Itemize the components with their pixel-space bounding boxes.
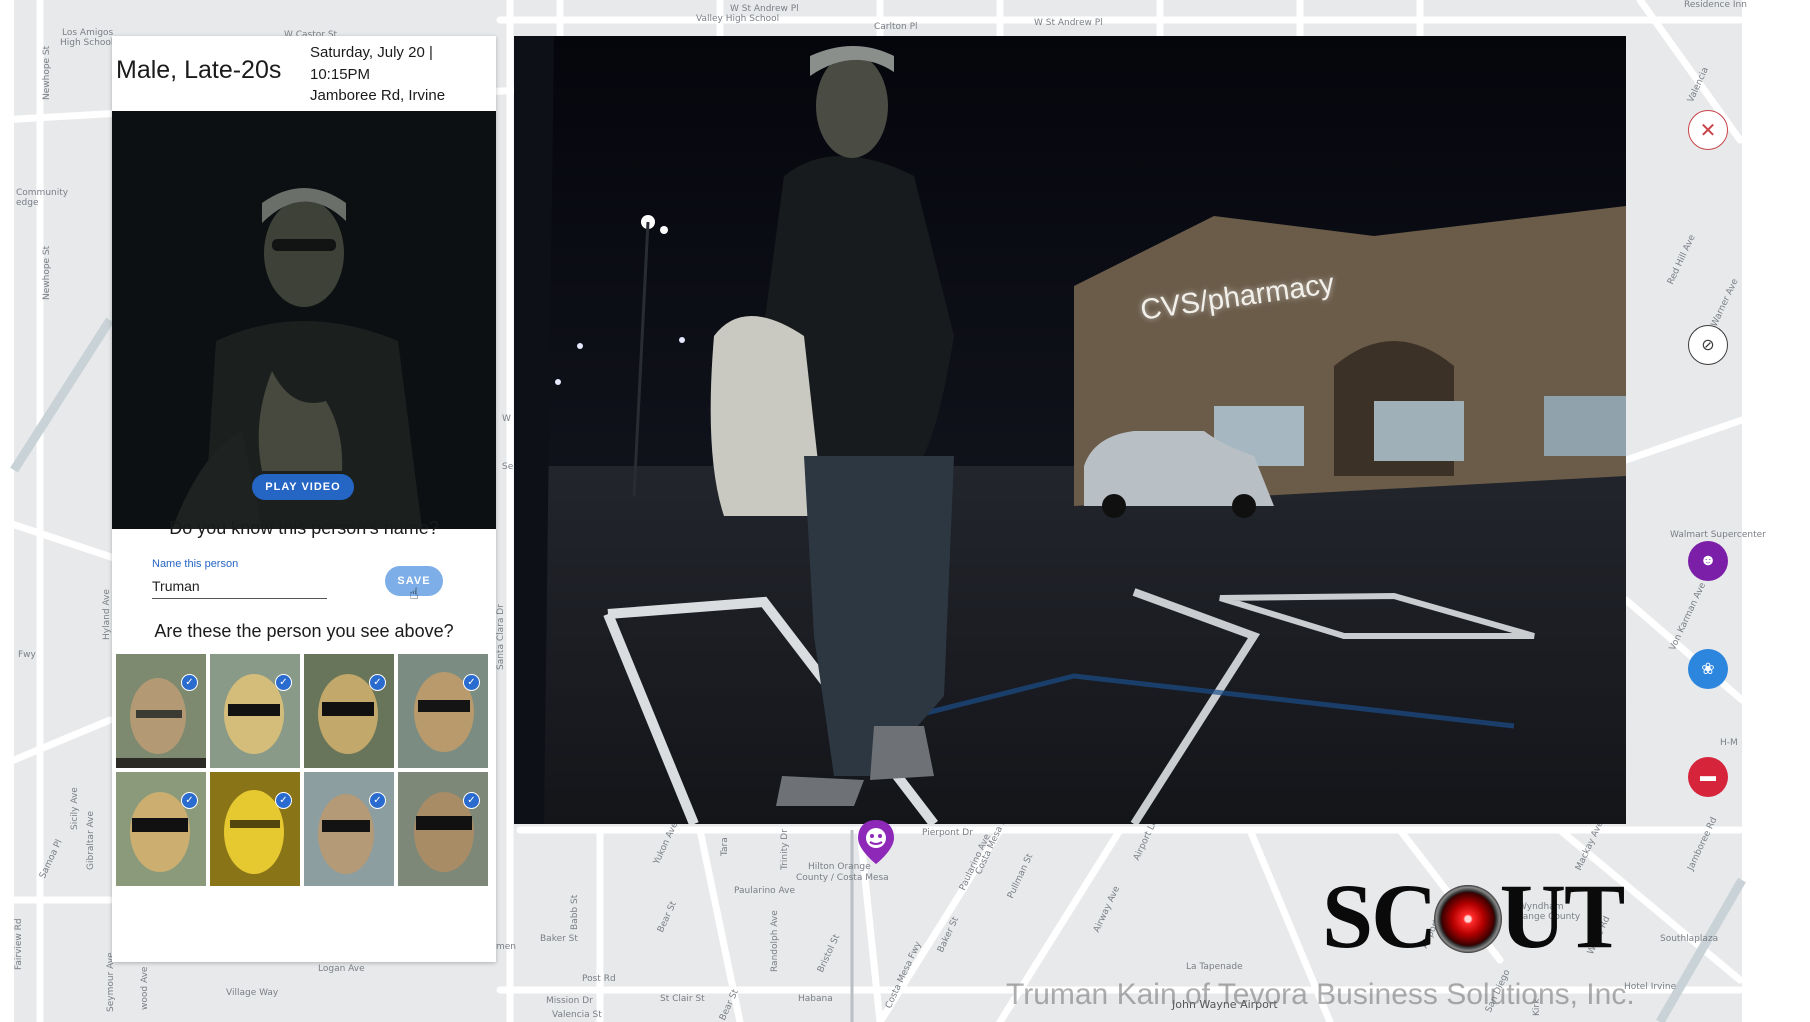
map-label: Walmart Supercenter (1670, 530, 1766, 540)
hand-cursor-icon: ☝ (409, 586, 419, 603)
map-label: Village Way (226, 988, 279, 998)
detection-header: Male, Late-20s Saturday, July 20 | 10:15… (112, 36, 496, 111)
checked-icon[interactable]: ✓ (463, 674, 480, 691)
map-label: Hyland Ave (102, 589, 112, 640)
face-match-tile[interactable]: ✓ (304, 654, 394, 768)
hal-eye-icon (1433, 885, 1502, 953)
name-question: Do you know this person's name? (169, 518, 439, 538)
map-label: Residence Inn (1684, 0, 1747, 10)
map-label: men (496, 942, 517, 952)
map-label: Mission Dr (546, 996, 593, 1006)
map-label: wood Ave (140, 966, 150, 1010)
map-label: H-M (1720, 738, 1738, 748)
face-match-tile[interactable]: ✓ (398, 654, 488, 768)
map-label: Gibraltar Ave (86, 810, 96, 870)
map-label: Babb St (570, 894, 580, 930)
checked-icon[interactable]: ✓ (275, 792, 292, 809)
map-label: Post Rd (582, 974, 616, 984)
checked-icon[interactable]: ✓ (369, 674, 386, 691)
map-label: Pierpont Dr (922, 828, 973, 838)
paw-icon[interactable]: ❀ (1688, 649, 1728, 689)
play-video-button[interactable]: PLAY VIDEO (252, 474, 354, 500)
map-label: Habana (798, 994, 833, 1004)
matches-question: Are these the person you see above? (154, 621, 454, 641)
map-label: Newhope St (42, 245, 52, 300)
face-match-tile[interactable]: ✓ (116, 654, 206, 768)
checked-icon[interactable]: ✓ (181, 792, 198, 809)
face-image (398, 772, 488, 886)
map-label: La Tapenade (1186, 962, 1243, 972)
person-face-icon[interactable]: ☻ (1688, 541, 1728, 581)
detection-panel: Male, Late-20s Saturday, July 20 | 10:15… (112, 36, 496, 962)
face-image (116, 654, 206, 768)
video-frame (514, 36, 1626, 824)
name-field-label: Name this person (152, 558, 239, 570)
detection-date: Saturday, July 20 | (310, 44, 433, 61)
map-label: Paularino Ave (734, 886, 796, 896)
face-image (304, 654, 394, 768)
map-label: Randolph Ave (770, 910, 780, 972)
face-match-tile[interactable]: ✓ (398, 772, 488, 886)
car-icon[interactable]: ▬ (1688, 757, 1728, 797)
face-match-tile[interactable]: ✓ (116, 772, 206, 886)
detection-location: Jamboree Rd, Irvine (310, 87, 446, 104)
name-input[interactable] (152, 574, 327, 599)
map-label: Community (16, 188, 69, 198)
face-match-tile[interactable]: ✓ (304, 772, 394, 886)
map-label: County / Costa Mesa (796, 873, 889, 883)
face-image (304, 772, 394, 886)
face-image (116, 772, 206, 886)
map-label: W (502, 414, 511, 424)
map-label: Sicily Ave (70, 787, 80, 830)
map-label: Tara (720, 837, 730, 856)
checked-icon[interactable]: ✓ (275, 674, 292, 691)
map-label: Carlton Pl (874, 22, 918, 32)
map-label: St Clair St (660, 994, 705, 1004)
map-label: Valley High School (696, 14, 780, 24)
map-label: W St Andrew Pl (1034, 18, 1103, 28)
detection-thumbnail[interactable]: PLAY VIDEO (112, 111, 496, 529)
map-label: Logan Ave (318, 964, 365, 974)
face-match-tile[interactable]: ✓ (210, 772, 300, 886)
person-thumbnail-image (112, 111, 496, 529)
map-label: Santa Clara Dr (496, 604, 506, 670)
watermark: Truman Kain of Tevora Business Solutions… (1006, 978, 1635, 1011)
map-label: Baker St (540, 934, 578, 944)
sync-icon[interactable]: ⊘ (1688, 325, 1728, 365)
map-label: High School (60, 38, 114, 48)
map-label: Fwy (18, 650, 36, 660)
detection-time: 10:15PM (310, 65, 371, 83)
detection-title: Male, Late-20s (116, 56, 282, 84)
face-image (398, 654, 488, 768)
detection-meta: Saturday, July 20 | 10:15PM Jamboree Rd,… (310, 42, 490, 107)
face-image (210, 772, 300, 886)
face-match-tile[interactable]: ✓ (210, 654, 300, 768)
face-image (210, 654, 300, 768)
checked-icon[interactable]: ✓ (463, 792, 480, 809)
map-label: W St Andrew Pl (730, 4, 799, 14)
map-label: Los Amigos (62, 28, 114, 38)
map-label: edge (16, 198, 39, 208)
close-icon[interactable]: ✕ (1688, 110, 1728, 150)
video-player[interactable]: CVS/pharmacy (514, 36, 1626, 824)
map-label: Newhope St (42, 45, 52, 100)
map-label: Valencia St (552, 1010, 602, 1020)
person-map-marker-icon[interactable] (856, 818, 896, 866)
checked-icon[interactable]: ✓ (181, 674, 198, 691)
map-label: Se (502, 462, 514, 472)
map-label: Trinity Dr (780, 829, 790, 870)
checked-icon[interactable]: ✓ (369, 792, 386, 809)
map-label: Fairview Rd (14, 918, 24, 970)
scout-logo: SC UT (1322, 865, 1625, 967)
